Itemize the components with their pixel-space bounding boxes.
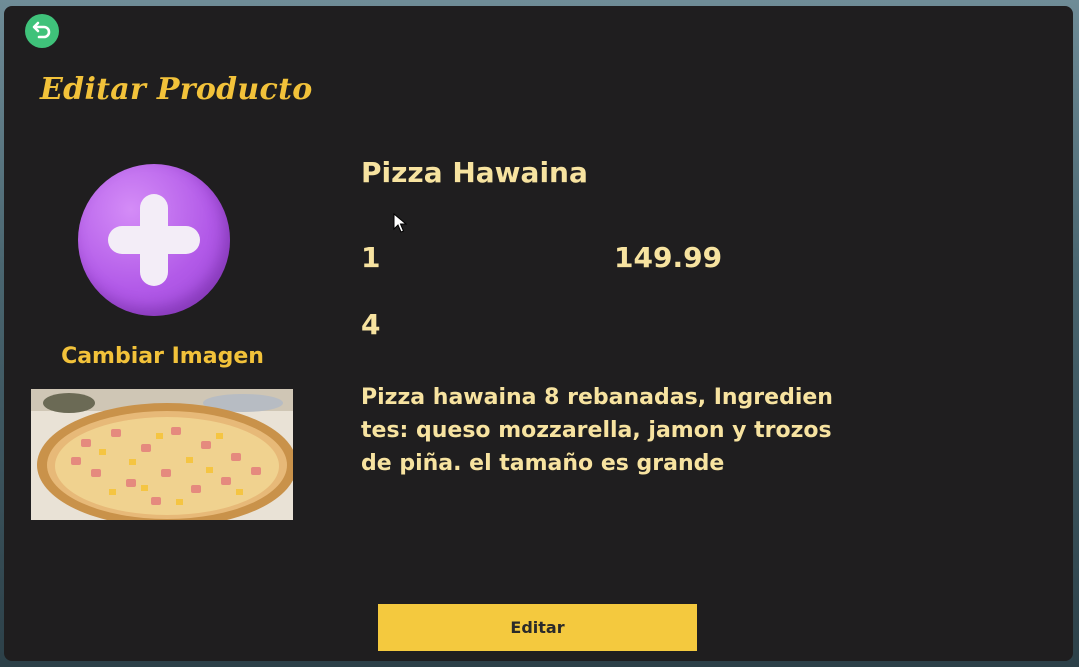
edit-button[interactable]: Editar [378,604,697,651]
product-category-field[interactable]: 4 [361,308,380,341]
page-title: Editar Producto [40,72,313,107]
change-image-label[interactable]: Cambiar Imagen [60,344,265,369]
product-image [31,389,293,520]
product-quantity-field[interactable]: 1 [361,241,380,274]
edit-product-window: Editar Producto Cambiar Imagen Pizza Haw… [4,6,1073,661]
add-image-button[interactable] [78,164,230,316]
mouse-cursor-icon [393,212,408,237]
product-name-field[interactable]: Pizza Hawaina [361,156,588,189]
product-description-field[interactable]: Pizza hawaina 8 rebanadas, Ingredien tes… [361,381,841,480]
back-button[interactable] [25,14,59,48]
back-arrow-icon [31,18,53,44]
plus-icon [108,194,200,286]
product-price-field[interactable]: 149.99 [614,241,722,274]
